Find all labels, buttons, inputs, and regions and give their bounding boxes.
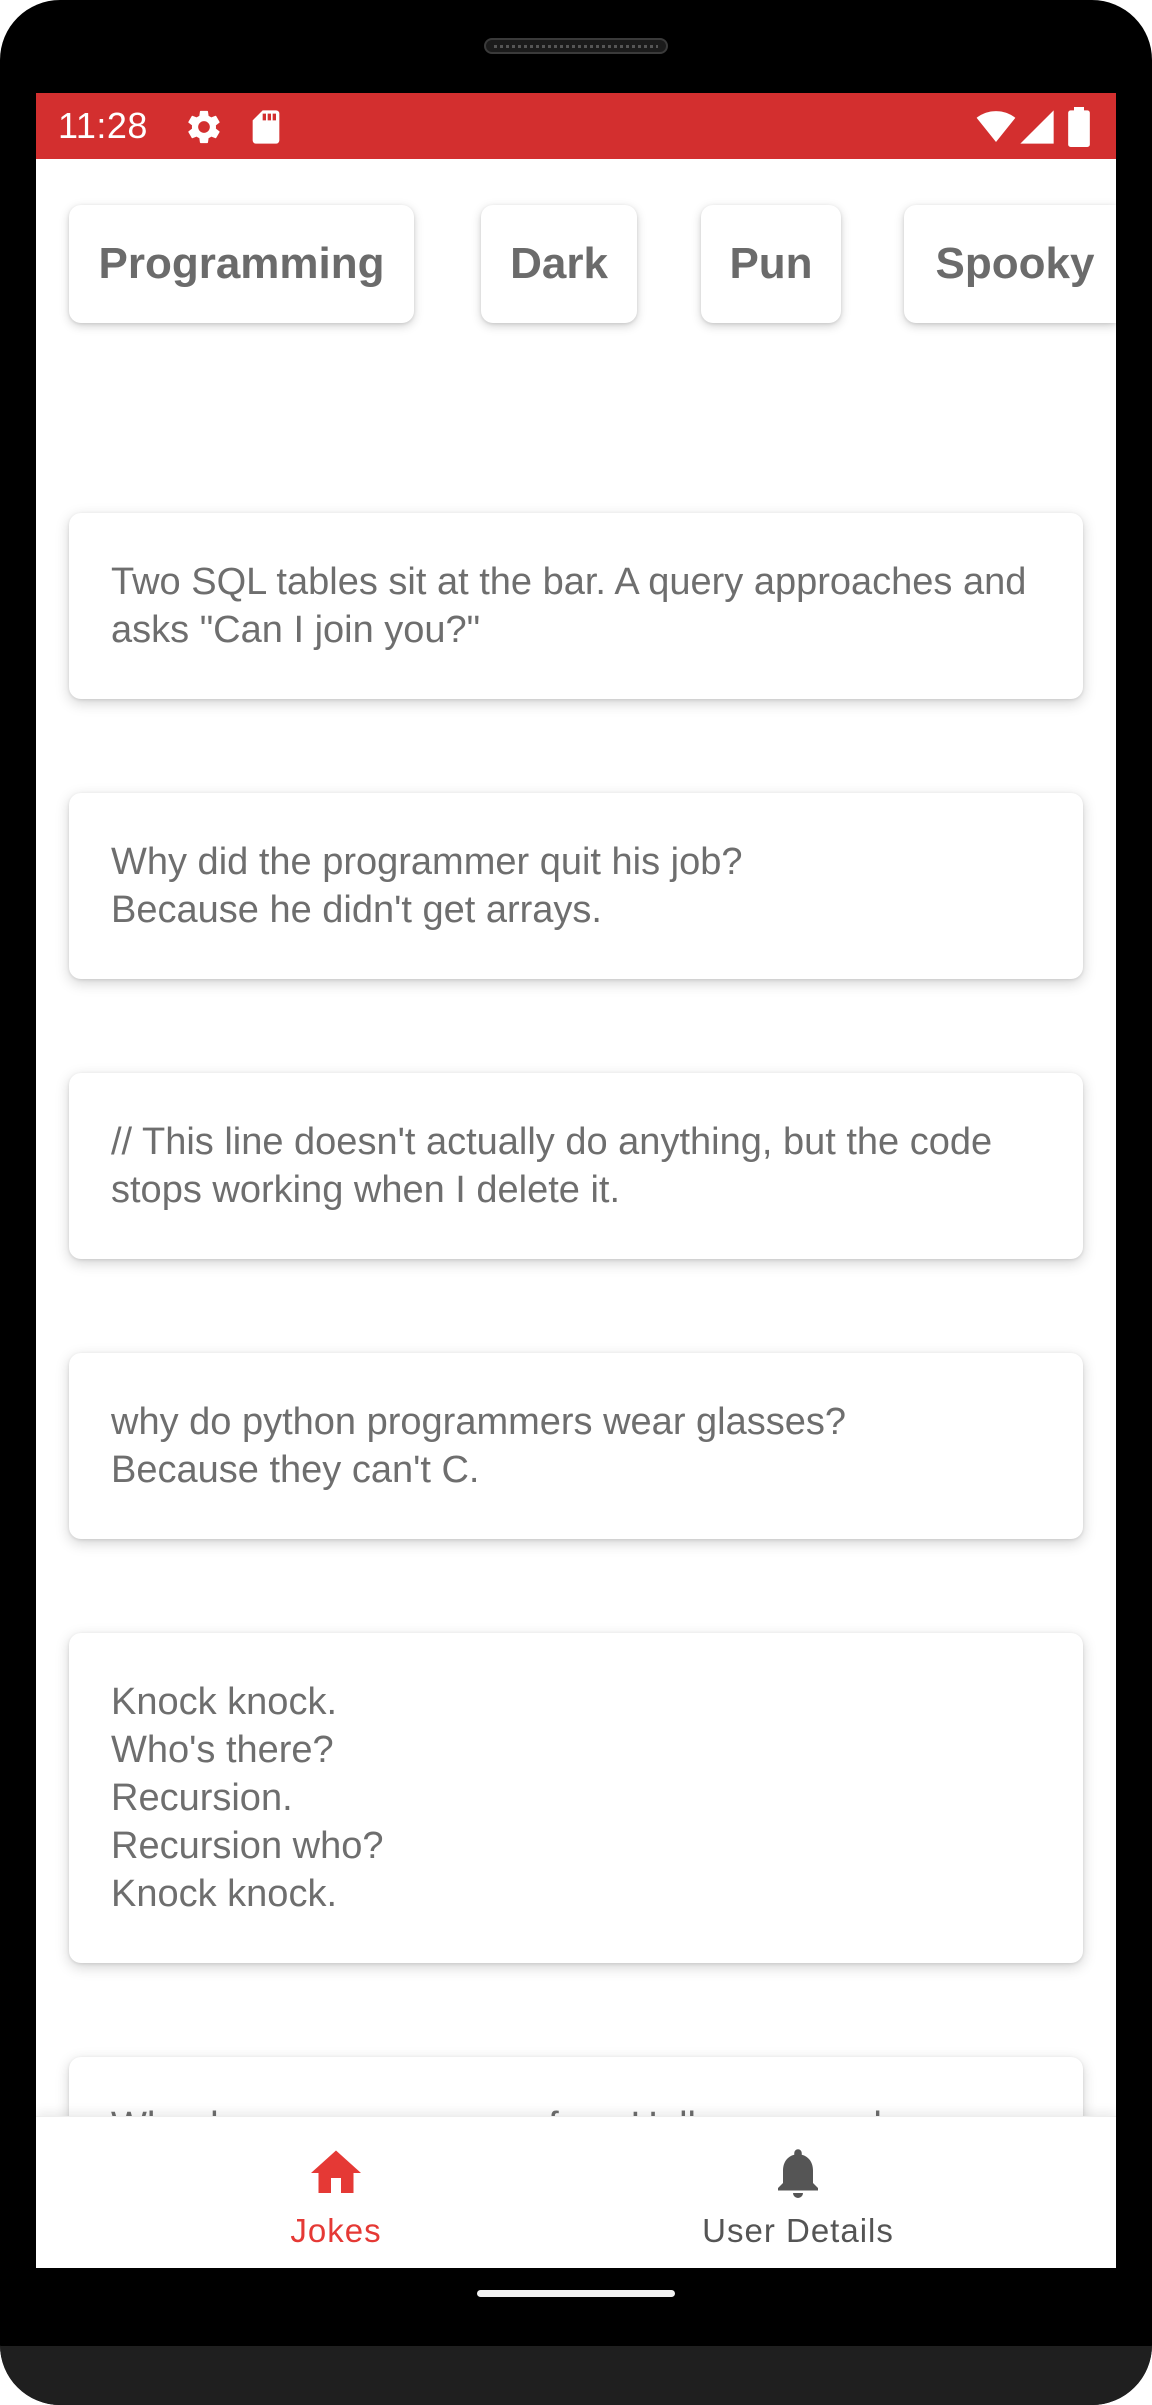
- status-bar: 11:28: [36, 93, 1116, 159]
- earpiece-speaker: [484, 38, 668, 54]
- nav-item-user-details[interactable]: User Details: [648, 2117, 948, 2268]
- device-bottom-bezel: [0, 2346, 1152, 2405]
- wifi-icon: [974, 107, 1018, 147]
- app-screen: 11:28 Programming Dark Pun Spooky Two SQ…: [36, 93, 1116, 2268]
- chip-pun[interactable]: Pun: [701, 205, 841, 323]
- category-chip-row: Programming Dark Pun Spooky: [36, 205, 1116, 329]
- joke-card[interactable]: // This line doesn't actually do anythin…: [69, 1073, 1083, 1259]
- chip-spooky[interactable]: Spooky: [904, 205, 1116, 323]
- joke-card[interactable]: Two SQL tables sit at the bar. A query a…: [69, 513, 1083, 699]
- home-icon: [306, 2143, 366, 2203]
- sd-card-icon: [246, 107, 286, 147]
- gear-icon: [184, 107, 224, 147]
- nav-item-jokes[interactable]: Jokes: [186, 2117, 486, 2268]
- chip-dark[interactable]: Dark: [481, 205, 637, 323]
- nav-label-jokes: Jokes: [290, 2212, 382, 2249]
- joke-card[interactable]: Why did the programmer quit his job? Bec…: [69, 793, 1083, 979]
- nav-label-user-details: User Details: [702, 2212, 894, 2249]
- status-time: 11:28: [58, 105, 148, 146]
- battery-icon: [1064, 107, 1094, 147]
- signal-icon: [1017, 107, 1057, 147]
- chip-programming[interactable]: Programming: [69, 205, 414, 323]
- joke-list[interactable]: Two SQL tables sit at the bar. A query a…: [36, 329, 1116, 2209]
- bell-icon: [768, 2143, 828, 2203]
- joke-card[interactable]: Knock knock. Who's there? Recursion. Rec…: [69, 1633, 1083, 1963]
- joke-card[interactable]: why do python programmers wear glasses? …: [69, 1353, 1083, 1539]
- device-frame: 11:28 Programming Dark Pun Spooky Two SQ…: [0, 0, 1152, 2405]
- bottom-navigation: Jokes User Details: [36, 2116, 1116, 2268]
- gesture-handle[interactable]: [477, 2290, 675, 2297]
